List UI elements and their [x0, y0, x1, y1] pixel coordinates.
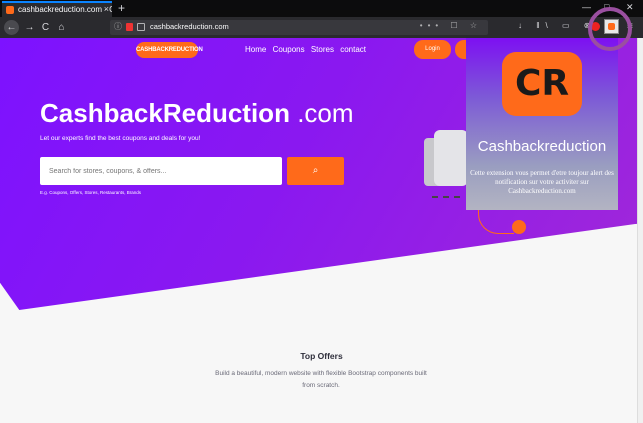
search-button[interactable]: ⌕ [287, 157, 344, 185]
page-scrollbar[interactable] [637, 38, 643, 423]
url-bar[interactable]: ⓘ cashbackreduction.com ••• ☐ ☆ [110, 20, 488, 35]
hero-title-domain: .com [297, 98, 354, 128]
home-button[interactable]: ⌂ [54, 20, 69, 35]
search-input[interactable] [40, 157, 282, 185]
hero-title: CashbackReduction .com [40, 98, 354, 129]
permissions-icon[interactable] [126, 23, 133, 31]
cr-logo-letters: CR [515, 63, 570, 104]
popup-title: Cashbackreduction [477, 138, 607, 155]
site-nav: Home Coupons Stores contact [245, 45, 370, 54]
nav-home[interactable]: Home [245, 45, 266, 54]
forward-button[interactable]: → [22, 20, 37, 35]
page-icon [137, 23, 145, 31]
site-logo[interactable]: CASHBACKREDUCTION [136, 42, 203, 58]
hero-illustration [424, 130, 472, 200]
search-icon: ⌕ [312, 165, 319, 176]
extension-popup: CR Cashbackreduction Cette extension vou… [466, 38, 618, 210]
browser-window: cashbackreduction.com · Cashb × + — □ ✕ … [0, 0, 643, 423]
login-button[interactable]: Login [414, 40, 451, 59]
highlight-circle [588, 7, 632, 51]
site-info-icon[interactable]: ⓘ [114, 21, 122, 32]
nav-contact[interactable]: contact [340, 45, 366, 54]
tab-cashbackreduction[interactable]: cashbackreduction.com · Cashb × [2, 1, 112, 17]
popup-description: Cette extension vous permet d'etre toujo… [470, 169, 614, 195]
nav-stores[interactable]: Stores [311, 45, 334, 54]
top-offers-title: Top Offers [300, 351, 343, 361]
nav-coupons[interactable]: Coupons [273, 45, 305, 54]
tab-close-icon[interactable]: × [104, 3, 109, 16]
tab-title: cashbackreduction.com · Cashb [18, 5, 112, 14]
site-favicon-icon [6, 6, 14, 14]
navigation-toolbar: ← → C ⌂ ⓘ cashbackreduction.com ••• ☐ ☆ … [0, 17, 643, 38]
back-button[interactable]: ← [4, 20, 19, 35]
minimize-button[interactable]: — [582, 2, 591, 12]
new-tab-button[interactable]: + [118, 1, 125, 15]
decorative-dot [512, 220, 526, 234]
cr-logo: CR [502, 52, 582, 116]
url-text[interactable]: cashbackreduction.com [150, 22, 229, 31]
close-window-button[interactable]: ✕ [626, 2, 634, 13]
hero-subtitle: Let our experts find the best coupons an… [40, 135, 201, 142]
tab-strip: cashbackreduction.com · Cashb × + — □ ✕ [0, 0, 643, 17]
url-actions-icons[interactable]: ••• ☐ ☆ [420, 21, 482, 30]
search-hint: E.g. Coupons, Offers, Stores, Restaurant… [40, 190, 141, 195]
top-offers-description: Build a beautiful, modern website with f… [215, 370, 427, 389]
toolbar-icons[interactable]: ↓ ‖\ ▭ ⊗ [518, 21, 596, 30]
hero-title-main: CashbackReduction [40, 98, 290, 128]
reload-button[interactable]: C [38, 20, 53, 35]
